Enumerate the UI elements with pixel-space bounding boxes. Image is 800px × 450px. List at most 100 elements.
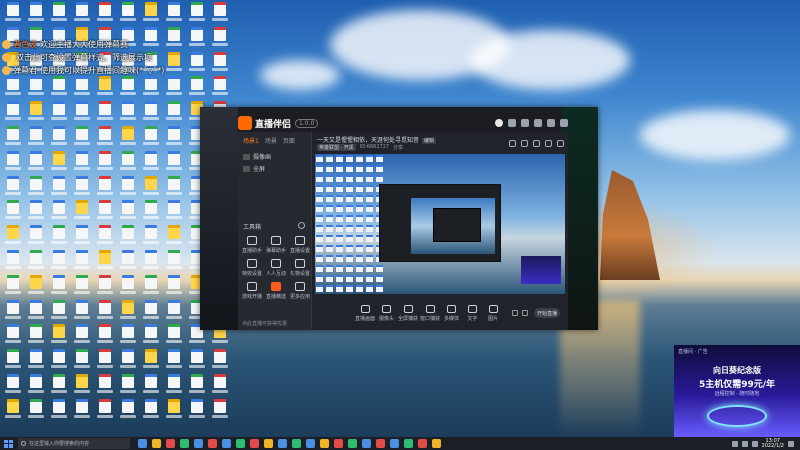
desktop-shortcut-icon[interactable] <box>48 373 69 397</box>
tool-gift-settings[interactable]: 礼物设置 <box>288 259 312 282</box>
windows-start-icon[interactable] <box>4 439 13 448</box>
gift-icon[interactable] <box>509 140 516 147</box>
desktop-shortcut-icon[interactable] <box>71 373 92 397</box>
desktop-shortcut-icon[interactable] <box>2 373 23 397</box>
desktop-shortcut-icon[interactable] <box>48 225 69 248</box>
app-icon[interactable] <box>194 439 203 448</box>
category-tag[interactable]: 英雄联盟 · 开黑 <box>317 144 356 151</box>
desktop-shortcut-icon[interactable] <box>94 175 115 199</box>
tool-interaction[interactable]: 人人互动 <box>264 259 288 282</box>
desktop-shortcut-icon[interactable] <box>140 175 161 199</box>
desktop-shortcut-icon[interactable] <box>94 2 115 25</box>
desktop-shortcut-icon[interactable] <box>94 249 115 273</box>
desktop-shortcut-icon[interactable] <box>48 2 69 25</box>
desktop-shortcut-icon[interactable] <box>25 101 46 124</box>
tab-page[interactable]: 页面 <box>283 136 295 145</box>
desktop-shortcut-icon[interactable] <box>186 51 207 75</box>
desktop-shortcut-icon[interactable] <box>163 76 184 99</box>
desktop-shortcut-icon[interactable] <box>94 324 115 347</box>
live-preview[interactable] <box>315 154 565 294</box>
desktop-shortcut-icon[interactable] <box>2 324 23 347</box>
app-icon[interactable] <box>390 439 399 448</box>
app-icon[interactable] <box>432 439 441 448</box>
app-icon[interactable] <box>334 439 343 448</box>
tool-highlights[interactable]: 直播精选 <box>264 282 288 305</box>
desktop-shortcut-icon[interactable] <box>25 324 46 347</box>
desktop-shortcut-icon[interactable] <box>48 249 69 273</box>
desktop-shortcut-icon[interactable] <box>2 2 23 25</box>
desktop-shortcut-icon[interactable] <box>140 398 161 422</box>
desktop-shortcut-icon[interactable] <box>71 150 92 174</box>
overlay-advertisement[interactable]: 直播间 · 广告 向日葵纪念版 5主机仅需99元/年 远程控制 · 随时随地 <box>674 345 800 437</box>
tab-scene-1[interactable]: 场景1 <box>243 136 259 145</box>
desktop-shortcut-icon[interactable] <box>94 299 115 323</box>
app-icon[interactable] <box>404 439 413 448</box>
desktop-shortcut-icon[interactable] <box>94 349 115 372</box>
volume-icon[interactable] <box>751 440 758 447</box>
app-icon[interactable] <box>236 439 245 448</box>
desktop-shortcut-icon[interactable] <box>186 398 207 422</box>
desktop-shortcut-icon[interactable] <box>209 2 230 25</box>
desktop-shortcut-icon[interactable] <box>117 200 138 223</box>
desktop-shortcut-icon[interactable] <box>2 349 23 372</box>
desktop-shortcut-icon[interactable] <box>94 101 115 124</box>
desktop-shortcut-icon[interactable] <box>25 299 46 323</box>
desktop-shortcut-icon[interactable] <box>2 274 23 298</box>
tool-live-assistant[interactable]: 直播助手 <box>240 236 264 259</box>
desktop-shortcut-icon[interactable] <box>117 175 138 199</box>
desktop-shortcut-icon[interactable] <box>25 200 46 223</box>
desktop-shortcut-icon[interactable] <box>209 373 230 397</box>
desktop-shortcut-icon[interactable] <box>48 398 69 422</box>
task-view-icon[interactable] <box>138 439 147 448</box>
desktop-shortcut-icon[interactable] <box>94 150 115 174</box>
settings-icon[interactable] <box>508 119 516 127</box>
desktop-shortcut-icon[interactable] <box>94 200 115 223</box>
desktop-shortcut-icon[interactable] <box>163 2 184 25</box>
desktop-shortcut-icon[interactable] <box>117 373 138 397</box>
desktop-shortcut-icon[interactable] <box>117 299 138 323</box>
desktop-shortcut-icon[interactable] <box>71 249 92 273</box>
desktop-shortcut-icon[interactable] <box>140 125 161 149</box>
desktop-shortcut-icon[interactable] <box>163 349 184 372</box>
desktop-shortcut-icon[interactable] <box>209 76 230 99</box>
desktop-shortcut-icon[interactable] <box>48 200 69 223</box>
desktop-shortcut-icon[interactable] <box>2 76 23 99</box>
desktop-shortcut-icon[interactable] <box>25 249 46 273</box>
desktop-shortcut-icon[interactable] <box>48 324 69 347</box>
desktop-shortcut-icon[interactable] <box>140 225 161 248</box>
desktop-shortcut-icon[interactable] <box>25 225 46 248</box>
desktop-shortcut-icon[interactable] <box>186 76 207 99</box>
app-icon[interactable] <box>320 439 329 448</box>
desktop-shortcut-icon[interactable] <box>25 125 46 149</box>
desktop-shortcut-icon[interactable] <box>71 225 92 248</box>
desktop-shortcut-icon[interactable] <box>48 101 69 124</box>
desktop-shortcut-icon[interactable] <box>186 26 207 50</box>
desktop-shortcut-icon[interactable] <box>48 150 69 174</box>
desktop-shortcut-icon[interactable] <box>163 51 184 75</box>
desktop-shortcut-icon[interactable] <box>48 299 69 323</box>
desktop-shortcut-icon[interactable] <box>117 249 138 273</box>
desktop-shortcut-icon[interactable] <box>209 349 230 372</box>
cart-icon[interactable] <box>521 140 528 147</box>
layout-icon[interactable] <box>545 140 552 147</box>
desktop-shortcut-icon[interactable] <box>71 324 92 347</box>
desktop-shortcut-icon[interactable] <box>2 249 23 273</box>
desktop-shortcut-icon[interactable] <box>25 175 46 199</box>
app-icon[interactable] <box>180 439 189 448</box>
desktop-shortcut-icon[interactable] <box>71 76 92 99</box>
app-icon[interactable] <box>292 439 301 448</box>
desktop-shortcut-icon[interactable] <box>163 150 184 174</box>
app-icon[interactable] <box>222 439 231 448</box>
tab-scene[interactable]: 场景 <box>265 136 277 145</box>
desktop-shortcut-icon[interactable] <box>71 349 92 372</box>
tool-live-settings[interactable]: 直播设置 <box>288 236 312 259</box>
desktop-shortcut-icon[interactable] <box>140 299 161 323</box>
desktop-shortcut-icon[interactable] <box>25 2 46 25</box>
desktop-shortcut-icon[interactable] <box>25 274 46 298</box>
source-image[interactable]: 图片 <box>486 304 501 322</box>
desktop-shortcut-icon[interactable] <box>186 373 207 397</box>
desktop-shortcut-icon[interactable] <box>71 125 92 149</box>
app-icon[interactable] <box>208 439 217 448</box>
desktop-shortcut-icon[interactable] <box>71 200 92 223</box>
scene-item[interactable]: 摄像画 <box>243 152 306 161</box>
